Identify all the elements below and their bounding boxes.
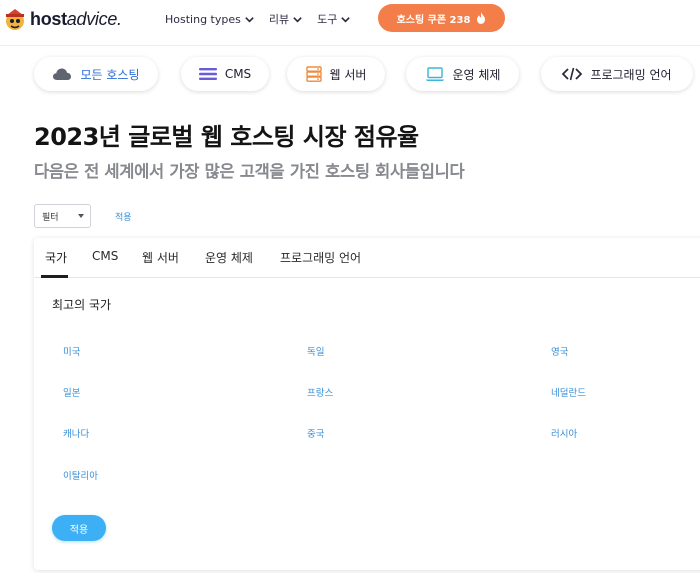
server-icon <box>305 66 322 82</box>
category-label: CMS <box>224 67 252 81</box>
category-label: 웹 서버 <box>329 67 367 82</box>
filter-select[interactable]: 필터 <box>34 204 91 228</box>
country-link[interactable]: 프랑스 <box>307 385 333 399</box>
market-share-panel: 국가 CMS 웹 서버 운영 체제 프로그래밍 언어 최고의 국가 미국 독일 … <box>34 238 700 570</box>
country-link[interactable]: 영국 <box>551 344 568 358</box>
logo-text: hostadvice. <box>30 8 122 29</box>
country-link[interactable]: 러시아 <box>551 426 577 440</box>
apply-button[interactable]: 적용 <box>52 515 106 541</box>
main-nav: Hosting types 리뷰 도구 <box>165 11 351 27</box>
nav-tools[interactable]: 도구 <box>317 11 351 27</box>
logo-icon <box>2 6 28 32</box>
category-web-server[interactable]: 웹 서버 <box>287 57 385 91</box>
category-label: 프로그래밍 언어 <box>590 67 672 82</box>
filter-select-value: 필터 <box>42 212 59 223</box>
category-operating-system[interactable]: 운영 체제 <box>406 57 519 91</box>
nav-hosting-types[interactable]: Hosting types <box>165 11 255 27</box>
active-tab-indicator <box>41 275 68 278</box>
category-cms[interactable]: CMS <box>181 57 269 91</box>
page-title: 2023년 글로벌 웹 호스팅 시장 점유율 <box>34 123 419 151</box>
cloud-icon <box>53 68 72 80</box>
apply-button-label: 적용 <box>69 524 89 536</box>
code-icon <box>562 67 583 81</box>
nav-reviews-label: 리뷰 <box>268 13 290 26</box>
country-link[interactable]: 일본 <box>63 385 80 399</box>
country-link[interactable]: 캐나다 <box>63 426 89 440</box>
country-link[interactable]: 이탈리아 <box>63 468 98 482</box>
page-subtitle: 다음은 전 세계에서 가장 많은 고객을 가진 호스팅 회사들입니다 <box>34 162 465 181</box>
country-link[interactable]: 네덜란드 <box>551 385 586 399</box>
tab-operating-system[interactable]: 운영 체제 <box>205 249 253 266</box>
caret-down-icon <box>78 214 84 218</box>
site-header: hostadvice. Hosting types 리뷰 도구 호스팅 쿠폰 2… <box>0 0 700 46</box>
country-link[interactable]: 독일 <box>307 344 324 358</box>
country-link[interactable]: 미국 <box>63 344 80 358</box>
nav-tools-label: 도구 <box>317 13 338 26</box>
category-programming-language[interactable]: 프로그래밍 언어 <box>541 57 693 91</box>
nav-reviews[interactable]: 리뷰 <box>269 11 303 27</box>
menu-lines-icon <box>198 68 217 80</box>
nav-hosting-types-label: Hosting types <box>165 12 241 26</box>
coupon-label: 호스팅 쿠폰 238 <box>396 14 471 26</box>
tab-cms[interactable]: CMS <box>92 249 118 263</box>
country-link[interactable]: 중국 <box>307 426 324 440</box>
fire-icon <box>477 12 486 24</box>
chevron-down-icon <box>245 16 254 23</box>
apply-filter-link[interactable]: 적용 <box>115 210 132 223</box>
chevron-down-icon <box>341 16 351 23</box>
tab-programming-language[interactable]: 프로그래밍 언어 <box>280 249 361 266</box>
hostadvice-logo[interactable]: hostadvice. <box>2 6 122 32</box>
category-label: 운영 체제 <box>452 67 501 82</box>
chevron-down-icon <box>293 16 302 23</box>
tab-country[interactable]: 국가 <box>45 249 67 266</box>
tab-web-server[interactable]: 웹 서버 <box>142 249 179 266</box>
laptop-icon <box>425 66 444 81</box>
section-title: 최고의 국가 <box>52 298 112 312</box>
hosting-coupons-button[interactable]: 호스팅 쿠폰 238 <box>378 4 505 32</box>
category-all-hosting[interactable]: 모든 호스팅 <box>34 57 158 91</box>
category-label: 모든 호스팅 <box>80 67 140 82</box>
panel-tabs: 국가 CMS 웹 서버 운영 체제 프로그래밍 언어 <box>34 238 700 278</box>
